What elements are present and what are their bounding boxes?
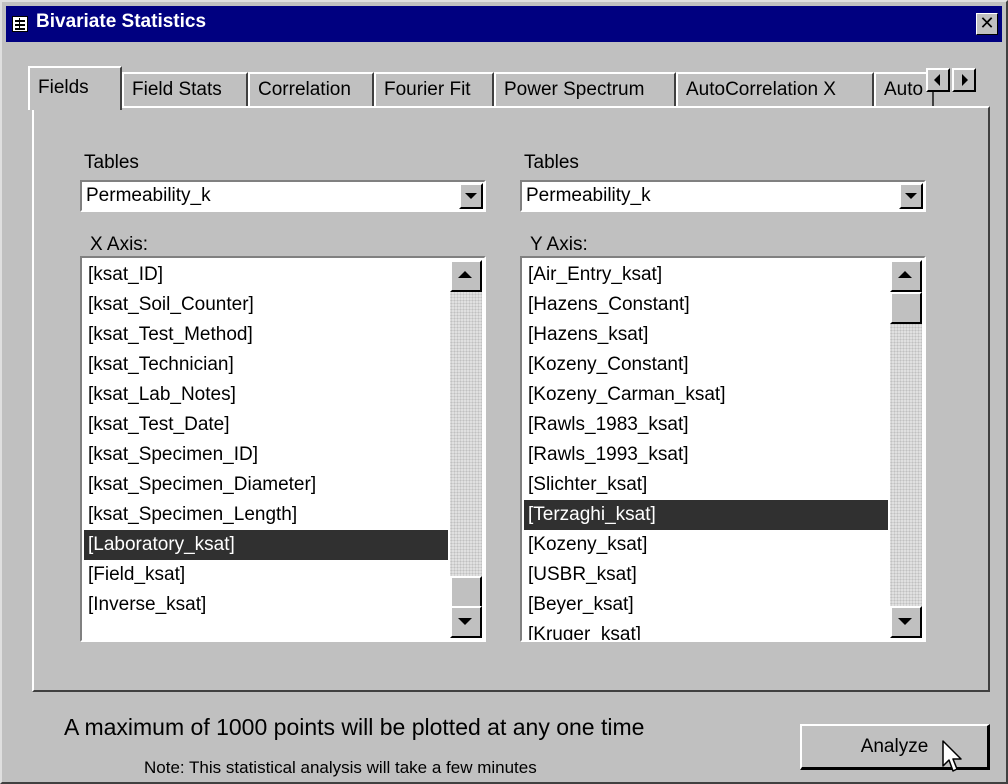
y-axis-label: Y Axis: bbox=[530, 234, 588, 255]
x-tables-value: Permeability_k bbox=[86, 185, 211, 206]
list-item[interactable]: [Rawls_1993_ksat] bbox=[524, 440, 888, 470]
list-item[interactable]: [Kozeny_Constant] bbox=[524, 350, 888, 380]
tab-fields[interactable]: Fields bbox=[28, 66, 122, 110]
y-axis-listbox[interactable]: [Air_Entry_ksat] [Hazens_Constant] [Haze… bbox=[520, 256, 926, 642]
arrow-down-icon bbox=[458, 618, 472, 625]
chevron-down-icon bbox=[905, 193, 917, 199]
x-tables-combo[interactable]: Permeability_k bbox=[80, 180, 486, 212]
chevron-down-icon bbox=[465, 193, 477, 199]
scroll-up-button[interactable] bbox=[890, 260, 922, 292]
arrow-down-icon bbox=[898, 618, 912, 625]
dialog-window: Bivariate Statistics ✕ Fields Field Stat… bbox=[0, 0, 1008, 784]
arrow-left-icon bbox=[934, 74, 940, 86]
list-item[interactable]: [Rawls_1983_ksat] bbox=[524, 410, 888, 440]
list-item[interactable]: [ksat_Lab_Notes] bbox=[84, 380, 448, 410]
tab-scroll-right-button[interactable] bbox=[952, 68, 976, 92]
list-item[interactable]: [Hazens_Constant] bbox=[524, 290, 888, 320]
list-item[interactable]: [ksat_Specimen_Diameter] bbox=[84, 470, 448, 500]
list-item[interactable]: [Hazens_ksat] bbox=[524, 320, 888, 350]
list-item[interactable]: [Inverse_ksat] bbox=[84, 590, 448, 620]
list-item[interactable]: [Kruger_ksat] bbox=[524, 620, 888, 640]
tab-fourier-fit[interactable]: Fourier Fit bbox=[374, 72, 494, 106]
list-item-selected[interactable]: [Laboratory_ksat] bbox=[84, 530, 448, 560]
list-item[interactable]: [ksat_Test_Method] bbox=[84, 320, 448, 350]
tab-scroll-left-button[interactable] bbox=[926, 68, 950, 92]
list-item[interactable]: [Slichter_ksat] bbox=[524, 470, 888, 500]
list-item[interactable]: [ksat_Specimen_ID] bbox=[84, 440, 448, 470]
y-axis-list: [Air_Entry_ksat] [Hazens_Constant] [Haze… bbox=[524, 260, 888, 640]
tab-correlation[interactable]: Correlation bbox=[248, 72, 374, 106]
tab-autocorrelation-x[interactable]: AutoCorrelation X bbox=[676, 72, 874, 106]
list-item[interactable]: [ksat_Test_Date] bbox=[84, 410, 448, 440]
scroll-down-button[interactable] bbox=[450, 606, 482, 638]
y-tables-value: Permeability_k bbox=[526, 185, 651, 206]
list-item-selected[interactable]: [Terzaghi_ksat] bbox=[524, 500, 888, 530]
window-title: Bivariate Statistics bbox=[36, 11, 207, 32]
y-tables-dropdown-button[interactable] bbox=[899, 183, 923, 209]
y-axis-scrollbar[interactable] bbox=[890, 260, 922, 638]
list-item[interactable]: [Field_ksat] bbox=[84, 560, 448, 590]
arrow-right-icon bbox=[962, 74, 968, 86]
form-icon bbox=[12, 16, 28, 32]
scroll-thumb[interactable] bbox=[890, 292, 922, 324]
scroll-up-button[interactable] bbox=[450, 260, 482, 292]
list-item[interactable]: [Beyer_ksat] bbox=[524, 590, 888, 620]
tab-field-stats[interactable]: Field Stats bbox=[122, 72, 248, 106]
scroll-thumb[interactable] bbox=[450, 576, 482, 608]
note-text: Note: This statistical analysis will tak… bbox=[144, 758, 537, 777]
list-item[interactable]: [ksat_Soil_Counter] bbox=[84, 290, 448, 320]
list-item[interactable]: [USBR_ksat] bbox=[524, 560, 888, 590]
arrow-up-icon bbox=[898, 271, 912, 278]
list-item[interactable]: [ksat_ID] bbox=[84, 260, 448, 290]
arrow-cursor-icon bbox=[942, 740, 962, 772]
y-tables-label: Tables bbox=[524, 152, 579, 173]
tab-autocorrelation-y[interactable]: Auto bbox=[874, 72, 934, 106]
list-item[interactable]: [Kozeny_ksat] bbox=[524, 530, 888, 560]
arrow-up-icon bbox=[458, 271, 472, 278]
close-button[interactable]: ✕ bbox=[976, 13, 998, 35]
title-bar[interactable]: Bivariate Statistics ✕ bbox=[6, 6, 1002, 42]
x-axis-label: X Axis: bbox=[90, 234, 149, 255]
x-tables-label: Tables bbox=[84, 152, 139, 173]
x-tables-dropdown-button[interactable] bbox=[459, 183, 483, 209]
list-item[interactable]: [Kozeny_Carman_ksat] bbox=[524, 380, 888, 410]
list-item[interactable]: [ksat_Technician] bbox=[84, 350, 448, 380]
x-axis-list: [ksat_ID] [ksat_Soil_Counter] [ksat_Test… bbox=[84, 260, 448, 620]
y-tables-combo[interactable]: Permeability_k bbox=[520, 180, 926, 212]
scroll-down-button[interactable] bbox=[890, 606, 922, 638]
x-axis-scrollbar[interactable] bbox=[450, 260, 482, 638]
tab-power-spectrum[interactable]: Power Spectrum bbox=[494, 72, 676, 106]
max-points-text: A maximum of 1000 points will be plotted… bbox=[64, 714, 645, 740]
list-item[interactable]: [ksat_Specimen_Length] bbox=[84, 500, 448, 530]
list-item[interactable]: [Air_Entry_ksat] bbox=[524, 260, 888, 290]
x-axis-listbox[interactable]: [ksat_ID] [ksat_Soil_Counter] [ksat_Test… bbox=[80, 256, 486, 642]
